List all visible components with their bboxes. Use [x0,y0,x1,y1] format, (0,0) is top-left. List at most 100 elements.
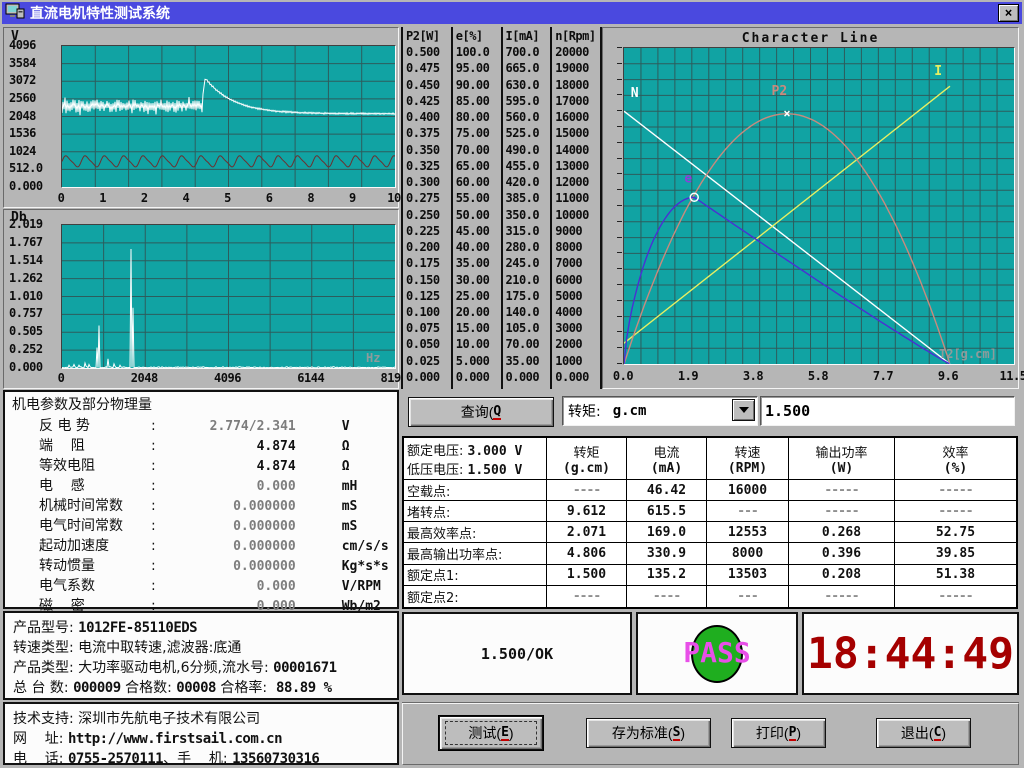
chart-x-tick: 9.6 [938,369,958,383]
button-shortcut: E [501,726,509,741]
table-row-label: 最高输出功率点: [404,543,547,564]
query-button[interactable]: 查询(Q [408,397,554,427]
character-line-plot: NIP2e× [623,47,1015,365]
axis-tick: 19000 [555,61,600,75]
product-info-row: 转速类型: 电流中取转速,滤波器:底通 [13,637,393,657]
pass-indicator-label: PASS [683,636,750,669]
axis-tick: 0.025 [406,354,451,368]
action-button-p[interactable]: 打印(P) [731,718,826,748]
spectrum-x-tick: 2048 [131,371,158,385]
text-segment: 产品型号: [13,620,78,636]
axis-scale-columns: P2[W]0.5000.4750.4500.4250.4000.3750.350… [401,27,602,389]
scope-y-tick: 3072 [9,73,36,87]
table-cell: 2.071 [547,522,627,543]
table-cell: ----- [895,501,1016,522]
svg-text:N: N [631,86,639,101]
product-info-row: 总 台 数: 000009 合格数: 00008 合格率: 88.89 % [13,677,393,697]
axis-tick: 0.275 [406,191,451,205]
table-corner-header: 额定电压: 3.000 V低压电压: 1.500 V [404,438,547,480]
torque-unit-dropdown[interactable]: 转矩: g.cm [562,396,758,426]
chevron-down-icon [739,407,749,413]
spectrum-x-tick: 0 [58,371,65,385]
action-button-c[interactable]: 退出(C) [876,718,971,748]
action-button-s[interactable]: 存为标准(S) [586,718,711,748]
chart-y-tick [617,158,622,159]
table-cell: 16000 [707,480,789,501]
table-cell: 8000 [707,543,789,564]
axis-tick: 420.0 [506,175,551,189]
axis-tick: 0.500 [406,45,451,59]
chart-y-tick [617,47,622,48]
param-value: 2.774/2.341 [156,419,296,434]
chart-title: Character Line [603,31,1018,46]
button-label: 退出( [901,723,934,743]
axis-tick: 0.000 [506,370,551,384]
chart-y-tick [617,126,622,127]
axis-tick: 630.0 [506,78,551,92]
axis-tick: 0.450 [406,78,451,92]
table-cell: 46.42 [627,480,707,501]
column-header-line1: 输出功率 [815,442,867,461]
table-cell: ----- [789,501,895,522]
axis-tick: 35.00 [456,256,501,270]
svg-text:I: I [934,64,942,79]
voltage-scope-plot [61,45,396,188]
table-column-header: 转速(RPM) [707,438,789,480]
torque-value-input[interactable] [765,399,1010,423]
spectrum-y-tick: 0.757 [9,306,43,320]
title-bar[interactable]: 直流电机特性测试系统 × [2,2,1022,24]
axis-tick: 210.0 [506,273,551,287]
product-info-row: 产品型号: 1012FE-85110EDS [13,617,393,637]
table-cell: 39.85 [895,543,1016,564]
chart-x-tick: 0.0 [613,369,633,383]
axis-tick: 175.0 [506,289,551,303]
param-label: 电 感 [39,475,151,495]
axis-tick: 9000 [555,224,600,238]
param-label: 电气时间常数 [39,515,151,535]
row-label-text: 空载点: [407,481,450,500]
scope-x-tick: 0 [58,191,65,205]
axis-tick: 75.00 [456,126,501,140]
spectrum-panel: Db Hz 2.0191.7671.5141.2621.0100.7570.50… [3,209,399,389]
spectrum-y-tick: 0.000 [9,360,43,374]
scope-y-tick: 512.0 [9,161,43,175]
axis-column-p2w: P2[W]0.5000.4750.4500.4250.4000.3750.350… [403,27,453,389]
table-cell: 4.806 [547,543,627,564]
axis-tick: 35.00 [506,354,551,368]
row-label-text: 最高输出功率点: [407,544,502,563]
param-row: 机械时间常数:0.000000mS [39,495,391,515]
axis-tick: 17000 [555,94,600,108]
axis-tick: 30.00 [456,273,501,287]
table-cell: 0.268 [789,522,895,543]
param-unit: mH [342,479,358,494]
spectrum-y-tick: 0.252 [9,342,43,356]
axis-tick: 25.00 [456,289,501,303]
chart-y-tick [617,252,622,253]
text-segment: 88.89 % [276,680,332,696]
axis-tick: 85.00 [456,94,501,108]
chart-x-tick: 5.8 [808,369,828,383]
text-segment: 1.500 V [468,463,523,478]
axis-tick: 525.0 [506,126,551,140]
axis-tick: 5000 [555,289,600,303]
scope-x-tick: 4 [183,191,190,205]
axis-tick: 14000 [555,143,600,157]
table-cell: ----- [789,480,895,501]
axis-tick: 5.000 [456,354,501,368]
axis-tick: 0.375 [406,126,451,140]
axis-column-header: P2[W] [406,29,451,43]
action-button-e[interactable]: 测试(E) [439,716,543,750]
chart-x-axis-label: T2[g.cm] [939,347,997,361]
close-button[interactable]: × [998,4,1019,22]
axis-column-header: I[mA] [506,29,551,43]
chart-y-tick [617,173,622,174]
chart-x-tick: 3.8 [743,369,763,383]
spectrum-x-tick: 4096 [214,371,241,385]
axis-tick: 0.200 [406,240,451,254]
chart-y-tick [617,94,622,95]
axis-tick: 55.00 [456,191,501,205]
dropdown-arrow-button[interactable] [732,399,755,421]
text-segment: 000009 [73,680,121,696]
dropdown-value: g.cm [613,403,647,419]
scope-x-tick: 2 [141,191,148,205]
